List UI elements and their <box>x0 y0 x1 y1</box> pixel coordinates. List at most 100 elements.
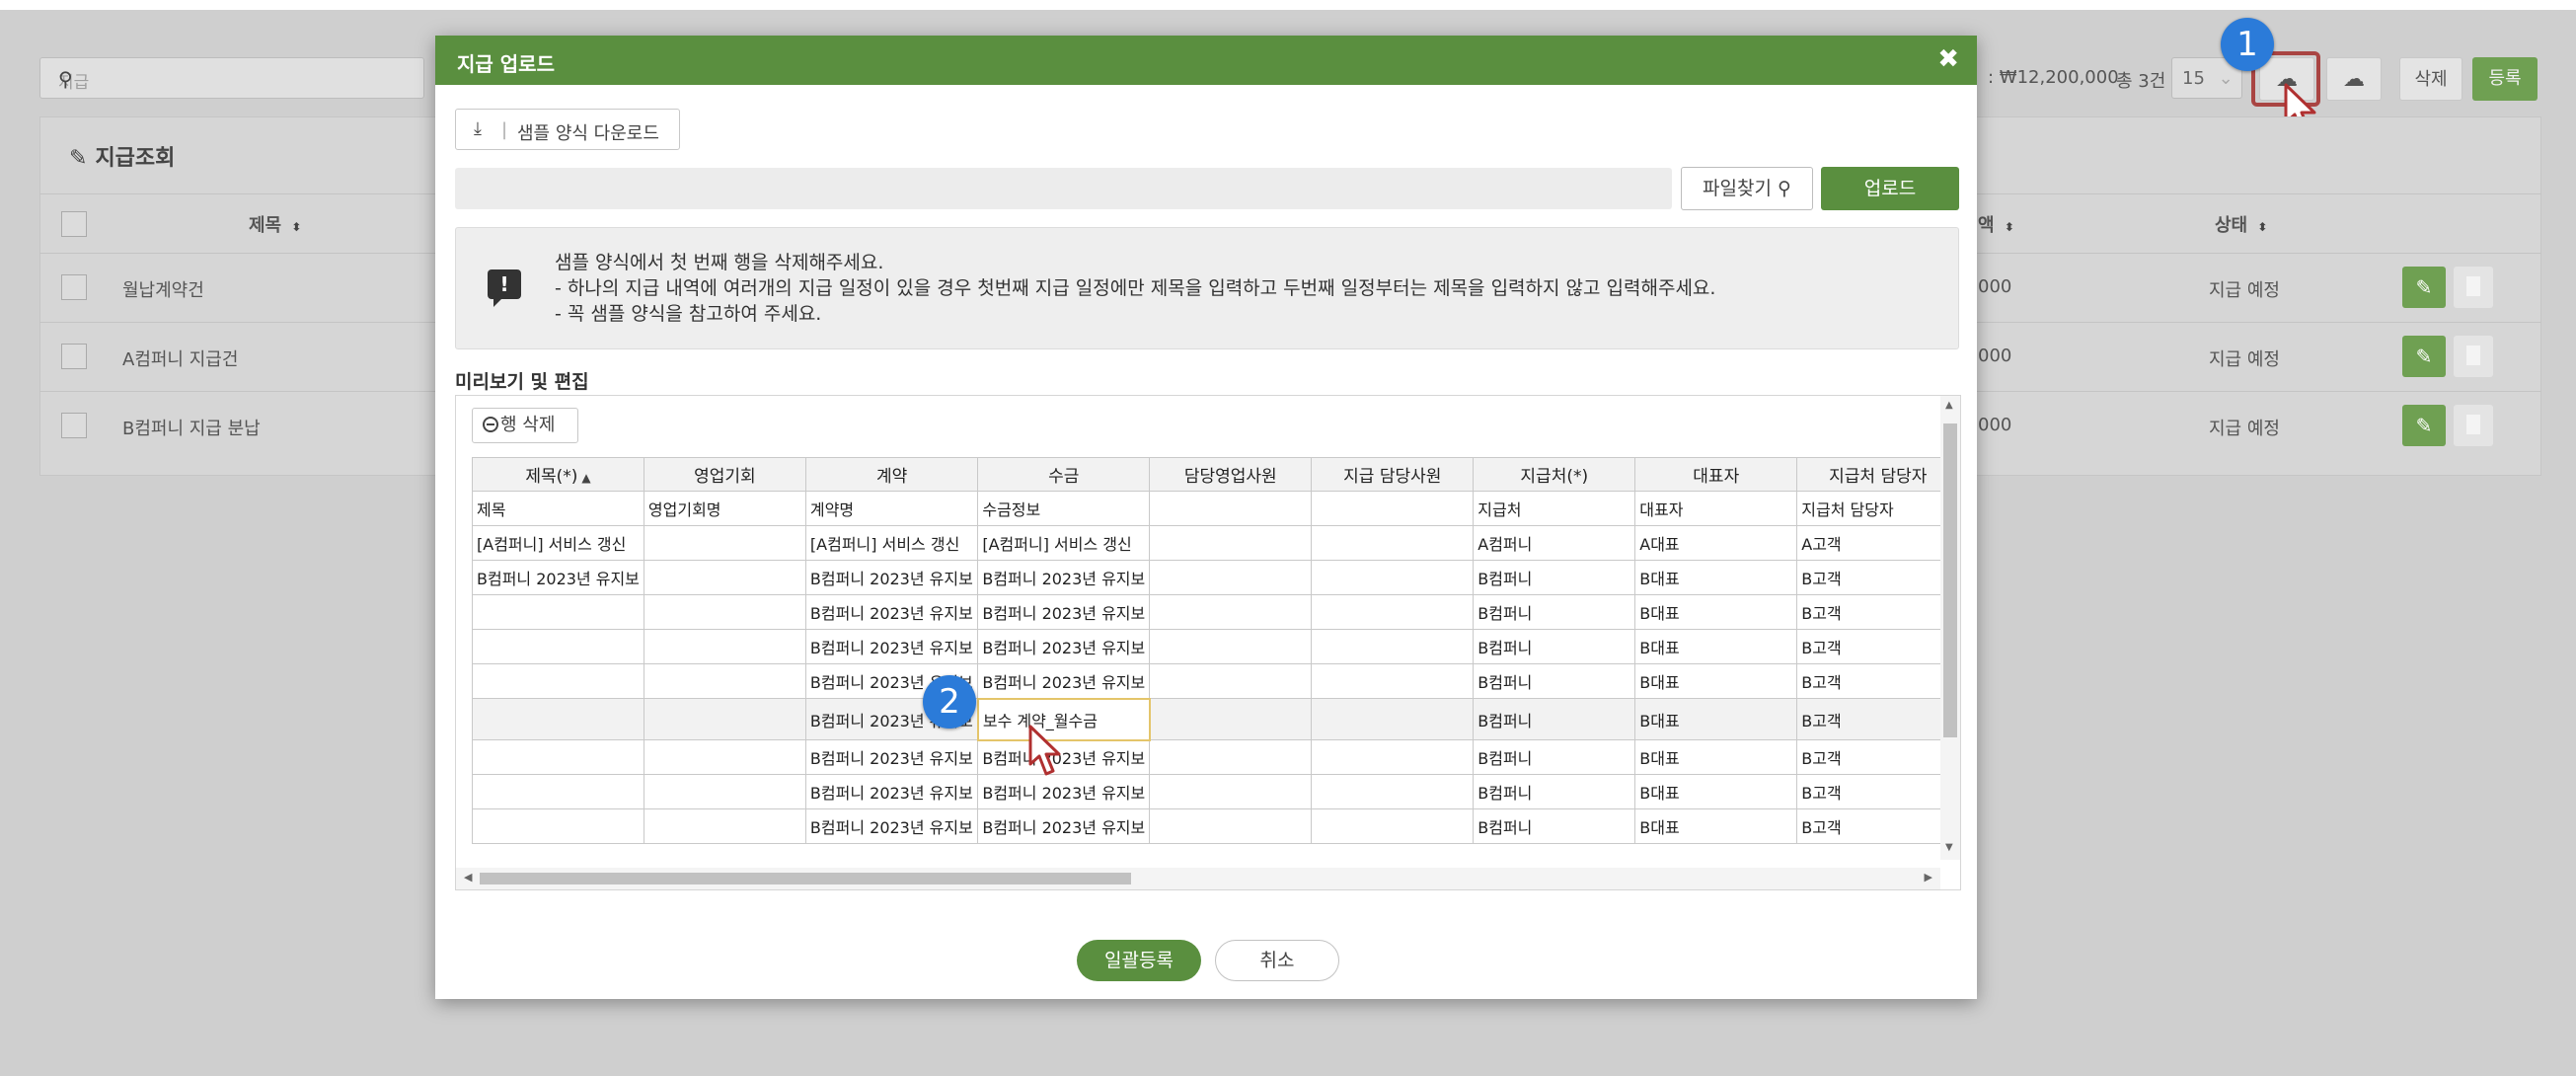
grid-cell[interactable]: B컴퍼니 <box>1473 663 1636 699</box>
grid-cell[interactable] <box>1149 594 1313 630</box>
grid-cell[interactable]: B컴퍼니 2023년 유지보 <box>977 560 1151 595</box>
grid-cell[interactable]: B대표 <box>1634 739 1798 775</box>
scroll-down-icon[interactable]: ▼ <box>1945 842 1953 853</box>
background-delete-button[interactable]: 삭제 <box>2399 57 2462 101</box>
grid-row[interactable]: B컴퍼니 2023년 유지보 B컴퍼니 2023년 유지보 B컴퍼니 B대표 B고객 <box>472 629 1960 664</box>
grid-cell[interactable] <box>1311 774 1475 809</box>
grid-cell[interactable] <box>1149 808 1313 844</box>
sort-icon[interactable]: ▲ <box>581 471 590 485</box>
grid-cell[interactable]: B컴퍼니 <box>1473 808 1636 844</box>
grid-cell[interactable] <box>1311 739 1475 775</box>
grid-cell[interactable]: B컴퍼니 <box>1473 560 1636 595</box>
grid-cell[interactable]: B컴퍼니 2023년 유지보 <box>804 808 979 844</box>
grid-cell[interactable] <box>643 560 806 595</box>
grid-column-header[interactable]: 제목(*) ▲ <box>472 457 644 492</box>
grid-row[interactable]: B컴퍼니 2023년 유지보 B컴퍼니 2023년 유지보 B컴퍼니 2023년 유… <box>472 560 1960 595</box>
grid-cell[interactable]: [A컴퍼니] 서비스 갱신 <box>472 525 644 561</box>
grid-cell[interactable]: B컴퍼니 <box>1473 698 1636 740</box>
grid-cell[interactable] <box>472 663 644 699</box>
grid-cell[interactable]: B컴퍼니 2023년 유지보 <box>804 739 979 775</box>
grid-subheader-cell[interactable] <box>1311 491 1475 526</box>
background-trash-button[interactable] <box>2454 405 2493 446</box>
grid-cell[interactable] <box>1149 698 1313 740</box>
grid-subheader-cell[interactable]: 계약명 <box>804 491 979 526</box>
grid-column-header[interactable]: 대표자 <box>1634 457 1798 492</box>
grid-cell[interactable]: B컴퍼니 2023년 유지보 <box>977 663 1151 699</box>
grid-cell[interactable] <box>643 774 806 809</box>
background-row-title[interactable]: 월납계약건 <box>122 276 204 302</box>
grid-row[interactable]: [A컴퍼니] 서비스 갱신 [A컴퍼니] 서비스 갱신 [A컴퍼니] 서비스 갱신 A… <box>472 525 1960 561</box>
grid-column-header[interactable]: 지급 담당사원 <box>1311 457 1475 492</box>
download-cloud-button[interactable]: ☁ <box>2326 57 2382 101</box>
grid-cell[interactable]: B대표 <box>1634 774 1798 809</box>
grid-column-header[interactable]: 계약 <box>804 457 979 492</box>
background-row-title[interactable]: B컴퍼니 지급 분납 <box>122 415 261 440</box>
grid-cell[interactable]: B컴퍼니 <box>1473 629 1636 664</box>
grid-cell[interactable]: B대표 <box>1634 698 1798 740</box>
background-row-checkbox[interactable] <box>61 413 87 438</box>
grid-cell[interactable] <box>1311 663 1475 699</box>
grid-cell[interactable]: B대표 <box>1634 594 1798 630</box>
grid-cell[interactable] <box>1311 808 1475 844</box>
grid-cell[interactable]: B고객 <box>1796 698 1960 740</box>
background-edit-button[interactable]: ✎ <box>2402 405 2446 446</box>
grid-cell[interactable] <box>1149 560 1313 595</box>
grid-cell[interactable]: B컴퍼니 2023년 유지보 <box>977 629 1151 664</box>
grid-cell[interactable]: B컴퍼니 2023년 유지보 <box>804 594 979 630</box>
grid-cell[interactable] <box>472 774 644 809</box>
download-sample-button[interactable]: ⤓ | 샘플 양식 다운로드 <box>455 109 680 150</box>
find-file-button[interactable]: 파일찾기 ⚲ <box>1681 167 1813 210</box>
grid-cell[interactable]: B컴퍼니 2023년 유지보 <box>804 774 979 809</box>
scroll-right-icon[interactable]: ▶ <box>1925 871 1932 884</box>
grid-column-header[interactable]: 담당영업사원 <box>1149 457 1313 492</box>
grid-cell[interactable]: B컴퍼니 <box>1473 594 1636 630</box>
background-row-title[interactable]: A컴퍼니 지급건 <box>122 346 238 371</box>
upload-button[interactable]: 업로드 <box>1821 167 1959 210</box>
grid-cell[interactable] <box>643 808 806 844</box>
grid-subheader-cell[interactable]: 수금정보 <box>977 491 1151 526</box>
vertical-scrollbar[interactable]: ▲ ▼ <box>1940 396 1960 860</box>
grid-cell[interactable]: B고객 <box>1796 560 1960 595</box>
grid-cell[interactable]: B고객 <box>1796 808 1960 844</box>
grid-cell[interactable]: B고객 <box>1796 629 1960 664</box>
vertical-scroll-thumb[interactable] <box>1943 423 1957 737</box>
grid-cell[interactable] <box>1149 663 1313 699</box>
grid-cell[interactable]: B대표 <box>1634 560 1798 595</box>
grid-subheader-cell[interactable] <box>1149 491 1313 526</box>
background-row-checkbox[interactable] <box>61 344 87 369</box>
grid-cell[interactable] <box>472 698 644 740</box>
scroll-left-icon[interactable]: ◀ <box>464 871 472 884</box>
search-icon[interactable]: ⚲ <box>58 67 412 91</box>
grid-cell[interactable] <box>472 808 644 844</box>
grid-cell[interactable]: A대표 <box>1634 525 1798 561</box>
grid-subheader-cell[interactable]: 영업기회명 <box>643 491 806 526</box>
grid-cell[interactable]: [A컴퍼니] 서비스 갱신 <box>804 525 979 561</box>
grid-cell[interactable]: B컴퍼니 2023년 유지보 <box>977 594 1151 630</box>
grid-cell[interactable]: B컴퍼니 2023년 유지보 <box>472 560 644 595</box>
cancel-button[interactable]: 취소 <box>1215 940 1339 981</box>
horizontal-scroll-thumb[interactable] <box>480 873 1131 884</box>
grid-row[interactable]: B컴퍼니 2023년 유지보 보수 계약_월수금 B컴퍼니 B대표 B고객 <box>472 697 1960 741</box>
grid-cell[interactable]: B고객 <box>1796 663 1960 699</box>
grid-cell[interactable] <box>643 698 806 740</box>
background-trash-button[interactable] <box>2454 267 2493 308</box>
grid-cell[interactable] <box>472 594 644 630</box>
grid-cell[interactable] <box>1311 560 1475 595</box>
bulk-register-button[interactable]: 일괄등록 <box>1077 940 1201 981</box>
grid-row[interactable]: B컴퍼니 2023년 유지보 B컴퍼니 2023년 유지보 B컴퍼니 B대표 B고객 <box>472 774 1960 809</box>
scroll-up-icon[interactable]: ▲ <box>1945 400 1953 411</box>
grid-cell[interactable] <box>643 739 806 775</box>
grid-cell[interactable]: B대표 <box>1634 629 1798 664</box>
grid-cell[interactable] <box>1311 594 1475 630</box>
grid-cell[interactable]: B컴퍼니 2023년 유지보 <box>804 629 979 664</box>
grid-cell[interactable]: B고객 <box>1796 594 1960 630</box>
grid-subheader-cell[interactable]: 제목 <box>472 491 644 526</box>
grid-cell[interactable]: [A컴퍼니] 서비스 갱신 <box>977 525 1151 561</box>
grid-row[interactable]: B컴퍼니 2023년 유지보 B컴퍼니 2023년 유지보 B컴퍼니 B대표 B고객 <box>472 663 1960 699</box>
grid-cell[interactable] <box>643 594 806 630</box>
grid-row[interactable]: B컴퍼니 2023년 유지보 B컴퍼니 2023년 유지보 B컴퍼니 B대표 B고객 <box>472 739 1960 775</box>
background-search-input[interactable]: 지급 ⚲ <box>39 57 424 99</box>
grid-cell[interactable]: A컴퍼니 <box>1473 525 1636 561</box>
grid-cell[interactable] <box>1149 739 1313 775</box>
background-register-button[interactable]: 등록 <box>2472 57 2538 101</box>
